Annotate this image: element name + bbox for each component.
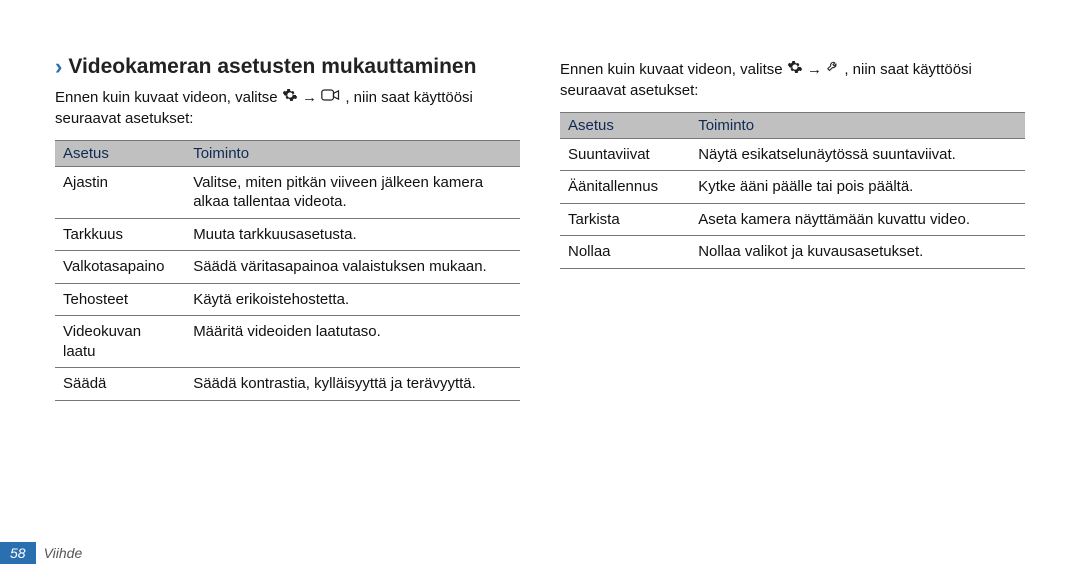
header-asetus: Asetus	[560, 112, 690, 138]
table-row: Videokuvan laatuMääritä videoiden laatut…	[55, 316, 520, 368]
camcorder-icon	[321, 88, 341, 108]
table-row: TarkistaAseta kamera näyttämään kuvattu …	[560, 203, 1025, 236]
page-number: 58	[0, 542, 36, 564]
cell-asetus: Valkotasapaino	[55, 251, 185, 284]
intro-left-b: →	[302, 89, 321, 106]
cell-asetus: Tarkkuus	[55, 218, 185, 251]
intro-right-b: →	[807, 61, 826, 78]
cell-toiminto: Aseta kamera näyttämään kuvattu video.	[690, 203, 1025, 236]
table-row: TarkkuusMuuta tarkkuusasetusta.	[55, 218, 520, 251]
cell-toiminto: Säädä kontrastia, kylläisyyttä ja terävy…	[185, 368, 520, 401]
table-row: ValkotasapainoSäädä väritasapainoa valai…	[55, 251, 520, 284]
gear-icon	[787, 59, 803, 81]
table-header-row: Asetus Toiminto	[55, 140, 520, 166]
cell-toiminto: Muuta tarkkuusasetusta.	[185, 218, 520, 251]
footer-section: Viihde	[44, 545, 83, 561]
settings-table-right: Asetus Toiminto SuuntaviivatNäytä esikat…	[560, 112, 1025, 269]
section-heading: › Videokameran asetusten mukauttaminen	[55, 55, 520, 79]
cell-asetus: Tarkista	[560, 203, 690, 236]
cell-toiminto: Säädä väritasapainoa valaistuksen mukaan…	[185, 251, 520, 284]
page: › Videokameran asetusten mukauttaminen E…	[0, 0, 1080, 586]
header-toiminto: Toiminto	[185, 140, 520, 166]
cell-toiminto: Valitse, miten pitkän viiveen jälkeen ka…	[185, 166, 520, 218]
table-body-left: AjastinValitse, miten pitkän viiveen jäl…	[55, 166, 520, 400]
wrench-icon	[826, 59, 840, 81]
cell-toiminto: Nollaa valikot ja kuvausasetukset.	[690, 236, 1025, 269]
two-column-layout: › Videokameran asetusten mukauttaminen E…	[55, 45, 1025, 401]
page-footer: 58 Viihde	[0, 542, 82, 564]
cell-asetus: Tehosteet	[55, 283, 185, 316]
table-row: TehosteetKäytä erikoistehostetta.	[55, 283, 520, 316]
cell-asetus: Säädä	[55, 368, 185, 401]
table-row: NollaaNollaa valikot ja kuvausasetukset.	[560, 236, 1025, 269]
intro-left: Ennen kuin kuvaat videon, valitse → , ni…	[55, 87, 520, 130]
settings-table-left: Asetus Toiminto AjastinValitse, miten pi…	[55, 140, 520, 401]
table-row: ÄänitallennusKytke ääni päälle tai pois …	[560, 171, 1025, 204]
right-column: Ennen kuin kuvaat videon, valitse → , ni…	[560, 45, 1025, 401]
header-asetus: Asetus	[55, 140, 185, 166]
table-body-right: SuuntaviivatNäytä esikatselunäytössä suu…	[560, 138, 1025, 268]
chevron-right-icon: ›	[55, 56, 62, 78]
intro-right-a: Ennen kuin kuvaat videon, valitse	[560, 61, 787, 78]
heading-text: Videokameran asetusten mukauttaminen	[68, 55, 476, 79]
table-row: SuuntaviivatNäytä esikatselunäytössä suu…	[560, 138, 1025, 171]
intro-right: Ennen kuin kuvaat videon, valitse → , ni…	[560, 59, 1025, 102]
cell-toiminto: Näytä esikatselunäytössä suuntaviivat.	[690, 138, 1025, 171]
intro-left-a: Ennen kuin kuvaat videon, valitse	[55, 89, 282, 106]
cell-asetus: Ajastin	[55, 166, 185, 218]
header-toiminto: Toiminto	[690, 112, 1025, 138]
cell-asetus: Suuntaviivat	[560, 138, 690, 171]
cell-asetus: Nollaa	[560, 236, 690, 269]
table-row: SäädäSäädä kontrastia, kylläisyyttä ja t…	[55, 368, 520, 401]
table-row: AjastinValitse, miten pitkän viiveen jäl…	[55, 166, 520, 218]
gear-icon	[282, 87, 298, 109]
left-column: › Videokameran asetusten mukauttaminen E…	[55, 45, 520, 401]
cell-toiminto: Käytä erikoistehostetta.	[185, 283, 520, 316]
cell-asetus: Äänitallennus	[560, 171, 690, 204]
cell-toiminto: Määritä videoiden laatutaso.	[185, 316, 520, 368]
cell-asetus: Videokuvan laatu	[55, 316, 185, 368]
table-header-row: Asetus Toiminto	[560, 112, 1025, 138]
cell-toiminto: Kytke ääni päälle tai pois päältä.	[690, 171, 1025, 204]
